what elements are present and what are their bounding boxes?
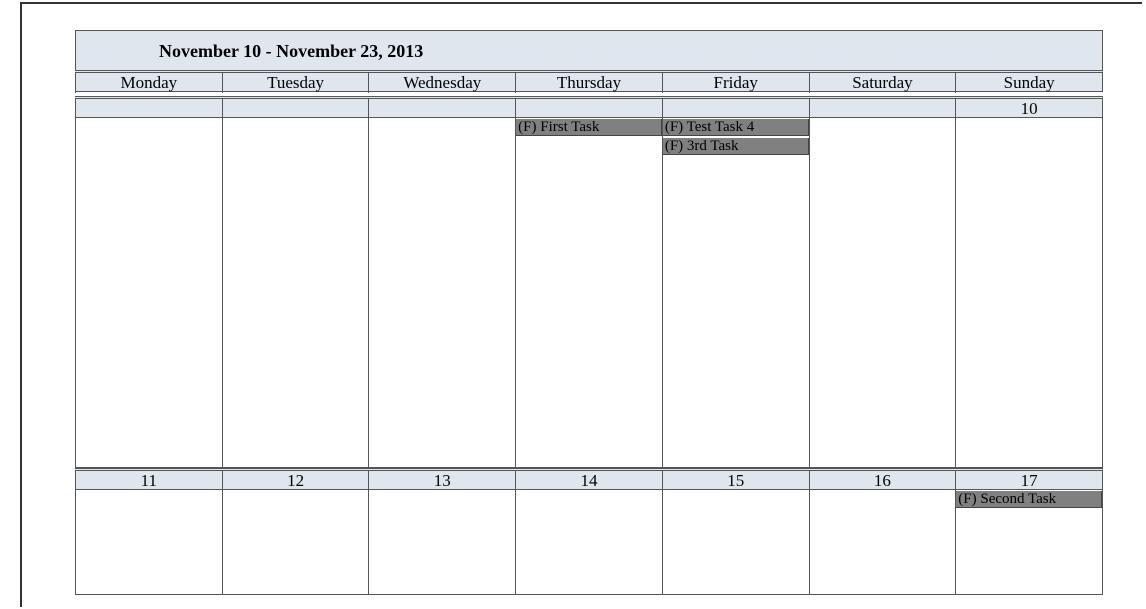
task-item[interactable]: (F) Second Task xyxy=(956,491,1102,508)
dow-thursday: Thursday xyxy=(515,73,662,93)
week-row-1: 10 (F) First Task (F) Test Task 4 (F) 3r… xyxy=(75,96,1103,468)
date-cell: 16 xyxy=(809,471,956,491)
day-cell[interactable] xyxy=(955,118,1102,467)
date-cell xyxy=(368,99,515,119)
dow-sunday: Sunday xyxy=(955,73,1102,93)
task-item[interactable]: (F) Test Task 4 xyxy=(663,119,809,136)
day-cell[interactable] xyxy=(368,490,515,594)
date-cell: 13 xyxy=(368,471,515,491)
day-cell[interactable] xyxy=(368,118,515,467)
calendar-title-text: November 10 - November 23, 2013 xyxy=(159,41,423,61)
day-cell[interactable] xyxy=(809,118,956,467)
day-cell[interactable] xyxy=(75,490,222,594)
date-cell: 11 xyxy=(75,471,222,491)
day-cell[interactable]: (F) Test Task 4 (F) 3rd Task xyxy=(662,118,809,467)
day-cell[interactable] xyxy=(75,118,222,467)
date-cell: 15 xyxy=(662,471,809,491)
date-cell: 12 xyxy=(222,471,369,491)
calendar-report: November 10 - November 23, 2013 Monday T… xyxy=(75,30,1103,595)
task-item[interactable]: (F) 3rd Task xyxy=(663,138,809,155)
day-cell[interactable] xyxy=(222,490,369,594)
dow-saturday: Saturday xyxy=(809,73,956,93)
date-cell xyxy=(809,99,956,119)
dow-tuesday: Tuesday xyxy=(222,73,369,93)
day-cell[interactable] xyxy=(515,490,662,594)
day-cell[interactable] xyxy=(662,490,809,594)
week2-date-row: 11 12 13 14 15 16 17 xyxy=(75,468,1103,490)
week-row-2: 11 12 13 14 15 16 17 (F) Second Task xyxy=(75,468,1103,595)
dow-monday: Monday xyxy=(75,73,222,93)
week2-body-row: (F) Second Task xyxy=(75,490,1103,595)
day-cell[interactable] xyxy=(809,490,956,594)
date-cell xyxy=(515,99,662,119)
dow-friday: Friday xyxy=(662,73,809,93)
date-cell: 17 xyxy=(955,471,1102,491)
date-cell: 14 xyxy=(515,471,662,491)
dow-wednesday: Wednesday xyxy=(368,73,515,93)
task-item[interactable]: (F) First Task xyxy=(516,119,662,136)
date-cell xyxy=(75,99,222,119)
date-cell xyxy=(222,99,369,119)
day-cell[interactable]: (F) Second Task xyxy=(955,490,1102,594)
calendar-title-bar: November 10 - November 23, 2013 xyxy=(75,30,1103,70)
day-cell[interactable] xyxy=(222,118,369,467)
week1-date-row: 10 xyxy=(75,96,1103,118)
date-cell xyxy=(662,99,809,119)
day-cell[interactable]: (F) First Task xyxy=(515,118,662,467)
week1-body-row: (F) First Task (F) Test Task 4 (F) 3rd T… xyxy=(75,118,1103,468)
day-of-week-header: Monday Tuesday Wednesday Thursday Friday… xyxy=(75,70,1103,92)
date-cell: 10 xyxy=(955,99,1102,119)
